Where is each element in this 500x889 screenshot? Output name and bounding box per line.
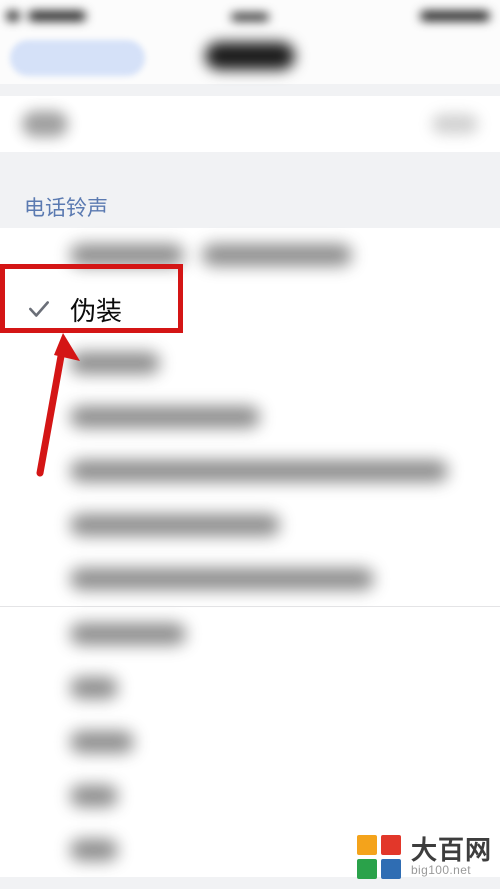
vibration-value <box>432 114 478 134</box>
nav-bar <box>0 34 500 84</box>
vibration-row[interactable] <box>0 96 500 152</box>
list-item[interactable] <box>0 498 500 552</box>
logo-sq-br <box>381 859 401 879</box>
list-item[interactable] <box>0 336 500 390</box>
list-item[interactable] <box>0 769 500 823</box>
watermark: 大百网 big100.net <box>355 833 492 881</box>
logo-sq-tl <box>357 835 377 855</box>
watermark-text-cn: 大百网 <box>411 837 492 864</box>
status-center <box>231 8 269 26</box>
watermark-text-en: big100.net <box>411 864 492 877</box>
list-item[interactable] <box>0 715 500 769</box>
status-right <box>420 8 490 26</box>
ringtone-list: 伪装 <box>0 228 500 877</box>
status-bar <box>0 0 500 34</box>
list-item[interactable] <box>0 444 500 498</box>
section-header-ringtones: 电话铃声 <box>0 174 500 228</box>
selected-ringtone-label: 伪装 <box>70 291 122 328</box>
logo-sq-tr <box>381 835 401 855</box>
vibration-label <box>22 111 68 137</box>
list-item[interactable] <box>0 661 500 715</box>
status-left <box>6 8 86 26</box>
list-item[interactable] <box>0 390 500 444</box>
check-icon <box>26 296 70 322</box>
logo-sq-bl <box>357 859 377 879</box>
list-item[interactable] <box>0 228 500 282</box>
list-item-selected[interactable]: 伪装 <box>0 282 500 336</box>
back-button[interactable] <box>10 40 145 76</box>
watermark-logo <box>355 833 403 881</box>
list-item[interactable] <box>0 552 500 606</box>
list-item[interactable] <box>0 607 500 661</box>
page-title <box>205 42 295 70</box>
